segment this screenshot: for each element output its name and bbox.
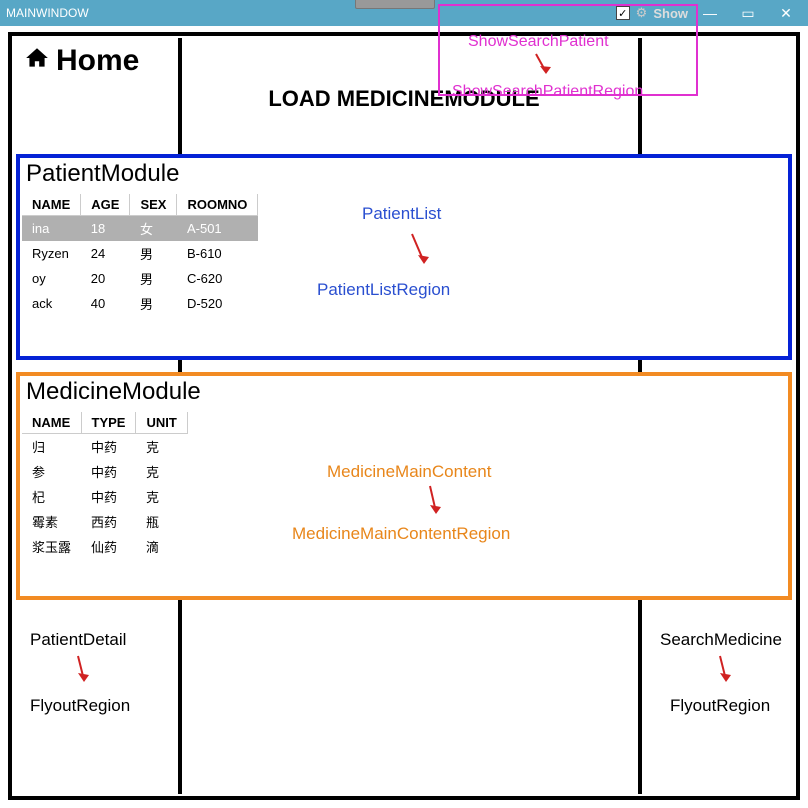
patient-grid-header: NAME AGE SEX ROOMNO [22,194,258,216]
table-row[interactable]: oy 20 男 C-620 [22,266,258,291]
arrow-down-icon [420,484,448,522]
annotation-showsearchpatientregion: ShowSearchPatientRegion [452,83,643,101]
show-label: Show [653,6,688,21]
col-age: AGE [81,194,130,216]
col-name: NAME [22,412,81,434]
annotation-searchmedicine: SearchMedicine [660,630,782,650]
medicine-module-title: MedicineModule [20,376,788,412]
close-button[interactable]: ✕ [770,2,802,24]
table-row[interactable]: 霉素 西药 瓶 [22,509,187,534]
load-module-button[interactable]: LOAD MEDICINEMODULE [12,82,796,122]
medicine-grid-header: NAME TYPE UNIT [22,412,187,434]
titlebar-right: ✓ ⚙ Show — ▭ ✕ [616,2,802,24]
col-unit: UNIT [136,412,187,434]
arrow-down-icon [70,654,96,690]
arrow-down-icon [712,654,738,690]
col-roomno: ROOMNO [177,194,258,216]
table-row[interactable]: 参 中药 克 [22,459,187,484]
col-type: TYPE [81,412,136,434]
annotation-flyoutregion-right: FlyoutRegion [670,696,770,716]
main-shell: Home LOAD MEDICINEMODULE PatientModule N… [8,32,800,800]
annotation-showsearchpatient: ShowSearchPatient [468,33,609,51]
annotation-patientlist: PatientList [362,204,441,224]
titlebar-tabstrip [355,0,435,9]
annotation-flyoutregion-left: FlyoutRegion [30,696,130,716]
home-icon [24,45,50,78]
patient-grid[interactable]: NAME AGE SEX ROOMNO ina 18 女 A-501 Ryzen… [22,194,258,316]
medicine-main-content-region: MedicineModule NAME TYPE UNIT 归 中药 克 参 中… [16,372,792,600]
table-row[interactable]: 归 中药 克 [22,434,187,460]
table-row[interactable]: 杞 中药 克 [22,484,187,509]
window-title: MAINWINDOW [6,6,89,20]
annotation-medicinemaincontentregion: MedicineMainContentRegion [292,524,510,544]
annotation-medicinemaincontent: MedicineMainContent [327,462,491,482]
header: Home [12,36,796,82]
maximize-button[interactable]: ▭ [732,2,764,24]
table-row[interactable]: 浆玉露 仙药 滴 [22,534,187,559]
patient-module-title: PatientModule [20,158,788,194]
annotation-patientdetail: PatientDetail [30,630,126,650]
show-checkbox[interactable]: ✓ [616,6,630,20]
table-row[interactable]: ack 40 男 D-520 [22,291,258,316]
window-titlebar: MAINWINDOW ✓ ⚙ Show — ▭ ✕ [0,0,808,26]
home-title: Home [56,44,139,78]
gear-icon: ⚙ [636,5,648,21]
arrow-down-icon [530,52,558,82]
medicine-grid[interactable]: NAME TYPE UNIT 归 中药 克 参 中药 克 杞 中药 克 霉素 西 [22,412,188,559]
table-row[interactable]: ina 18 女 A-501 [22,216,258,242]
annotation-patientlistregion: PatientListRegion [317,280,450,300]
minimize-button[interactable]: — [694,2,726,24]
table-row[interactable]: Ryzen 24 男 B-610 [22,241,258,266]
col-sex: SEX [130,194,177,216]
arrow-down-icon [404,232,434,272]
col-name: NAME [22,194,81,216]
